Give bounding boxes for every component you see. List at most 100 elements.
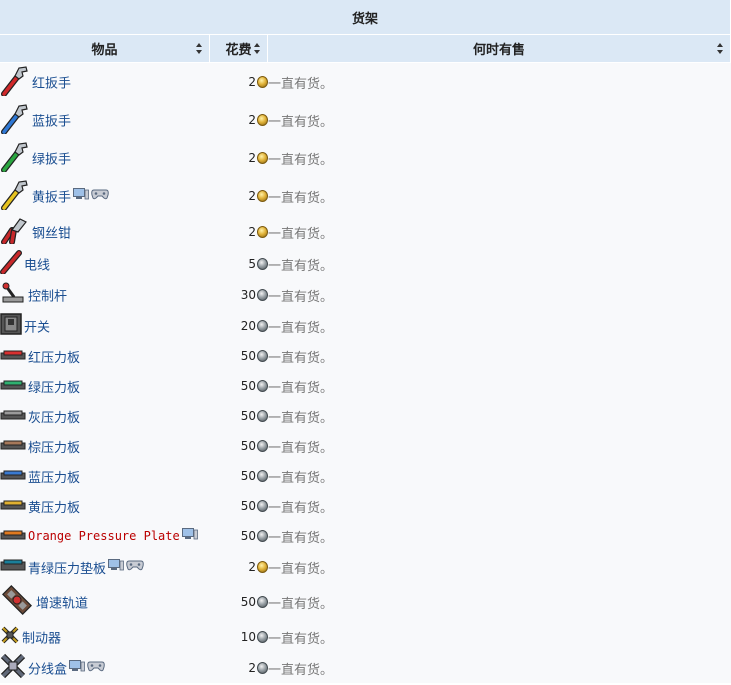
cost-cell: 50: [210, 371, 268, 401]
column-header-when[interactable]: 何时有售: [268, 35, 731, 63]
availability-cell: 一直有货。: [268, 320, 334, 336]
cost-value: 50: [240, 469, 256, 483]
cost-value: 30: [240, 288, 256, 302]
gold-coin-icon: [257, 114, 268, 126]
cost-cell: 2: [210, 139, 268, 177]
silver-coin-icon: [257, 631, 268, 643]
cost-value: 50: [240, 595, 256, 609]
item-cell: 红扳手: [0, 63, 210, 101]
item-link[interactable]: 红压力板: [28, 351, 80, 366]
green-pressure-plate-icon[interactable]: [0, 377, 26, 395]
table-row: 黄压力板 50 一直有货。: [0, 491, 731, 521]
item-cell: 棕压力板: [0, 431, 210, 461]
availability-cell: 一直有货。: [268, 114, 334, 130]
availability-cell: 一直有货。: [268, 410, 334, 426]
brown-pressure-plate-icon[interactable]: [0, 437, 26, 455]
blue-wrench-icon[interactable]: [0, 102, 30, 138]
console-icon: [87, 660, 105, 676]
item-link[interactable]: 棕压力板: [28, 441, 80, 456]
item-cell: 钢丝钳: [0, 215, 210, 249]
availability-cell: 一直有货。: [268, 530, 334, 546]
junction-box-icon[interactable]: [0, 653, 26, 683]
red-pressure-plate-icon[interactable]: [0, 347, 26, 365]
availability-cell: 一直有货。: [268, 258, 334, 274]
table-row: 控制杆 30 一直有货。: [0, 279, 731, 311]
silver-coin-icon: [257, 596, 268, 608]
booster-track-icon[interactable]: [0, 583, 34, 621]
table-row: 绿扳手 2 一直有货。: [0, 139, 731, 177]
wire-icon[interactable]: [0, 250, 22, 278]
cost-cell: 2: [210, 177, 268, 215]
item-cell: 绿扳手: [0, 139, 210, 177]
silver-coin-icon: [257, 500, 268, 512]
table-row: 蓝压力板 50 一直有货。: [0, 461, 731, 491]
yellow-wrench-icon[interactable]: [0, 178, 30, 214]
item-link[interactable]: 蓝扳手: [32, 115, 71, 130]
yellow-pressure-plate-icon[interactable]: [0, 497, 26, 515]
cost-cell: 50: [210, 341, 268, 371]
red-wrench-icon[interactable]: [0, 64, 30, 100]
item-link[interactable]: 钢丝钳: [32, 227, 71, 242]
table-row: 蓝扳手 2 一直有货。: [0, 101, 731, 139]
availability-cell: 一直有货。: [268, 350, 334, 366]
actuator-icon[interactable]: [0, 625, 20, 649]
cost-value: 50: [240, 349, 256, 363]
sort-icon[interactable]: [717, 43, 724, 54]
column-header-item[interactable]: 物品: [0, 35, 210, 63]
cost-cell: 2: [210, 101, 268, 139]
availability-cell: 一直有货。: [268, 470, 334, 486]
cost-cell: 50: [210, 521, 268, 551]
item-link[interactable]: 灰压力板: [28, 411, 80, 426]
switch-icon[interactable]: [0, 313, 22, 339]
lever-icon[interactable]: [0, 282, 26, 308]
shop-table: 货架 物品 花费 何时有售 红扳手 2 一直有货。 蓝扳手 2 一直有货。 绿扳…: [0, 0, 731, 683]
item-cell: 控制杆: [0, 279, 210, 311]
gold-coin-icon: [257, 226, 268, 238]
silver-coin-icon: [257, 258, 268, 270]
item-link[interactable]: 绿压力板: [28, 381, 80, 396]
silver-coin-icon: [257, 289, 268, 301]
item-cell: 蓝压力板: [0, 461, 210, 491]
availability-cell: 一直有货。: [268, 500, 334, 516]
gold-coin-icon: [257, 76, 268, 88]
green-wrench-icon[interactable]: [0, 140, 30, 176]
sort-icon[interactable]: [254, 43, 261, 54]
blue-pressure-plate-icon[interactable]: [0, 467, 26, 485]
orange-pressure-plate-icon[interactable]: [0, 527, 26, 545]
sort-icon[interactable]: [196, 43, 203, 54]
cost-value: 2: [248, 560, 256, 574]
item-link[interactable]: 电线: [24, 259, 50, 274]
table-caption: 货架: [0, 0, 731, 35]
item-cell: 绿压力板: [0, 371, 210, 401]
item-link[interactable]: 青绿压力垫板: [28, 562, 106, 577]
cost-value: 2: [248, 189, 256, 203]
availability-cell: 一直有货。: [268, 561, 334, 577]
desktop-icon: [181, 528, 198, 544]
item-link[interactable]: 红扳手: [32, 77, 71, 92]
cost-value: 2: [248, 225, 256, 239]
cost-cell: 30: [210, 279, 268, 311]
teal-pressure-pad-icon[interactable]: [0, 558, 26, 576]
item-cell: 红压力板: [0, 341, 210, 371]
table-row: 分线盒 2 一直有货。: [0, 653, 731, 683]
item-link[interactable]: 黄压力板: [28, 501, 80, 516]
item-link[interactable]: 开关: [24, 321, 50, 336]
item-cell: 黄扳手: [0, 177, 210, 215]
item-cell: 蓝扳手: [0, 101, 210, 139]
item-link[interactable]: 制动器: [22, 632, 61, 647]
item-link[interactable]: 蓝压力板: [28, 471, 80, 486]
table-row: 钢丝钳 2 一直有货。: [0, 215, 731, 249]
item-link[interactable]: Orange Pressure Plate: [28, 529, 180, 543]
item-link[interactable]: 黄扳手: [32, 191, 71, 206]
wire-cutter-icon[interactable]: [0, 216, 30, 248]
table-row: 开关 20 一直有货。: [0, 311, 731, 341]
item-link[interactable]: 控制杆: [28, 290, 67, 305]
item-link[interactable]: 绿扳手: [32, 153, 71, 168]
item-link[interactable]: 增速轨道: [36, 597, 88, 612]
cost-cell: 2: [210, 215, 268, 249]
table-row: 红压力板 50 一直有货。: [0, 341, 731, 371]
gray-pressure-plate-icon[interactable]: [0, 407, 26, 425]
item-cell: 分线盒: [0, 653, 210, 683]
item-link[interactable]: 分线盒: [28, 663, 67, 678]
column-header-cost[interactable]: 花费: [210, 35, 268, 63]
